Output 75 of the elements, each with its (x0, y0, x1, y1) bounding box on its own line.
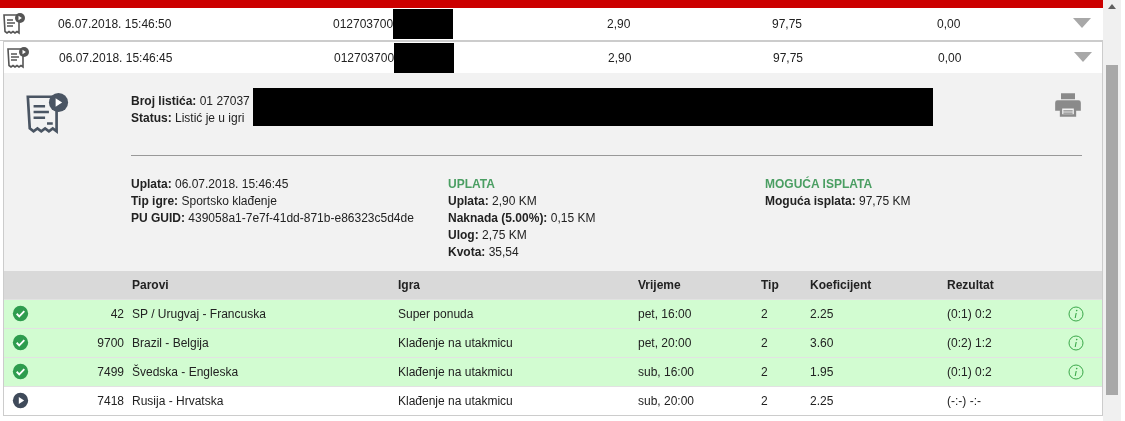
win-amount: 0,00 (938, 50, 962, 65)
match-code: 7499 (97, 364, 124, 379)
stake-amount: 2,90 (607, 17, 631, 31)
info-icon[interactable] (1068, 334, 1084, 351)
scrollbar-thumb[interactable] (1106, 65, 1118, 395)
ticket-row[interactable]: 06.07.2018. 15:46:50 012703700 2,90 97,75 0,00 (0, 8, 1103, 41)
match-time: sub, 20:00 (638, 393, 695, 408)
check-circle-icon (12, 363, 29, 380)
game-type: Klađenje na utakmicu (398, 364, 513, 379)
match-pair: SP / Urugvaj - Francuska (132, 306, 266, 321)
odds-value: 2.25 (810, 393, 834, 408)
ticket-number: 012703700 (334, 50, 395, 65)
tip-value: 2 (761, 335, 768, 350)
game-type: Super ponuda (398, 306, 474, 321)
info-icon[interactable] (1068, 363, 1084, 380)
match-time: pet, 20:00 (638, 335, 692, 350)
detail-field: Ulog: 2,75 KM (448, 227, 765, 244)
receipt-play-icon (24, 91, 70, 137)
detail-field: Naknada (5.00%): 0,15 KM (448, 210, 765, 227)
detail-field: Uplata: 06.07.2018. 15:46:45 (131, 176, 448, 193)
column-header: Parovi (132, 277, 169, 292)
detail-field: Uplata: 2,90 KM (448, 193, 765, 210)
match-time: pet, 16:00 (638, 306, 692, 321)
caret-icon[interactable] (1073, 18, 1091, 28)
match-pair: Rusija - Hrvatska (132, 393, 224, 408)
ticket-number: 012703700 (333, 17, 394, 31)
game-type: Klađenje na utakmicu (398, 393, 513, 408)
detail-field: Kvota: 35,54 (448, 244, 765, 261)
tip-value: 2 (761, 393, 768, 408)
date-text: 06.07.2018. 15:46:45 (59, 50, 173, 65)
payout-amount: 97,75 (773, 50, 804, 65)
section-heading: UPLATA (448, 176, 496, 193)
odds-value: 2.25 (810, 306, 834, 321)
caret-icon[interactable] (1074, 51, 1092, 62)
result-text: (0:1) 0:2 (947, 306, 992, 321)
printer-icon[interactable] (1054, 91, 1082, 119)
scroll-up-icon[interactable] (1108, 4, 1116, 9)
match-pair: Brazil - Belgija (132, 335, 209, 350)
play-circle-icon (12, 392, 29, 409)
odds-value: 1.95 (810, 364, 834, 379)
detail-field: Moguća isplata: 97,75 KM (765, 193, 1082, 210)
tip-value: 2 (761, 364, 768, 379)
column-header: Koeficijent (810, 277, 872, 292)
detail-field: Status: Listić je u igri (131, 110, 253, 127)
column-header: Tip (761, 277, 779, 292)
match-code: 9700 (97, 335, 124, 350)
result-text: (0:2) 1:2 (947, 335, 992, 350)
result-text: (-:-) -:- (947, 393, 981, 408)
check-circle-icon (12, 334, 29, 351)
info-icon[interactable] (1068, 305, 1084, 322)
match-code: 7418 (97, 393, 124, 408)
check-circle-icon (12, 305, 29, 322)
detail-field: Broj listića: 01 27037 (131, 93, 253, 110)
column-header: Vrijeme (638, 277, 681, 292)
match-pair: Švedska - Engleska (132, 364, 239, 379)
column-header: Rezultat (947, 277, 994, 292)
match-time: sub, 16:00 (638, 364, 695, 379)
redacted-block (393, 9, 454, 39)
receipt-play-icon (2, 12, 26, 36)
match-code: 42 (110, 306, 124, 321)
tip-value: 2 (761, 306, 768, 321)
result-text: (0:1) 0:2 (947, 364, 992, 379)
section-heading: MOGUĆA ISPLATA (765, 176, 874, 193)
scrollbar[interactable] (1103, 0, 1121, 421)
detail-field: PU GUID: 439058a1-7e7f-41dd-871b-e86323c5d4de (131, 210, 448, 227)
win-amount: 0,00 (937, 17, 961, 31)
receipt-play-icon (6, 45, 30, 70)
odds-value: 3.60 (810, 335, 834, 350)
redacted-block (394, 42, 455, 73)
stake-amount: 2,90 (608, 50, 632, 65)
column-header: Igra (398, 277, 420, 292)
date-text: 06.07.2018. 15:46:50 (58, 17, 172, 31)
game-type: Klađenje na utakmicu (398, 335, 513, 350)
payout-amount: 97,75 (772, 17, 803, 31)
detail-field: Tip igre: Sportsko klađenje (131, 193, 448, 210)
